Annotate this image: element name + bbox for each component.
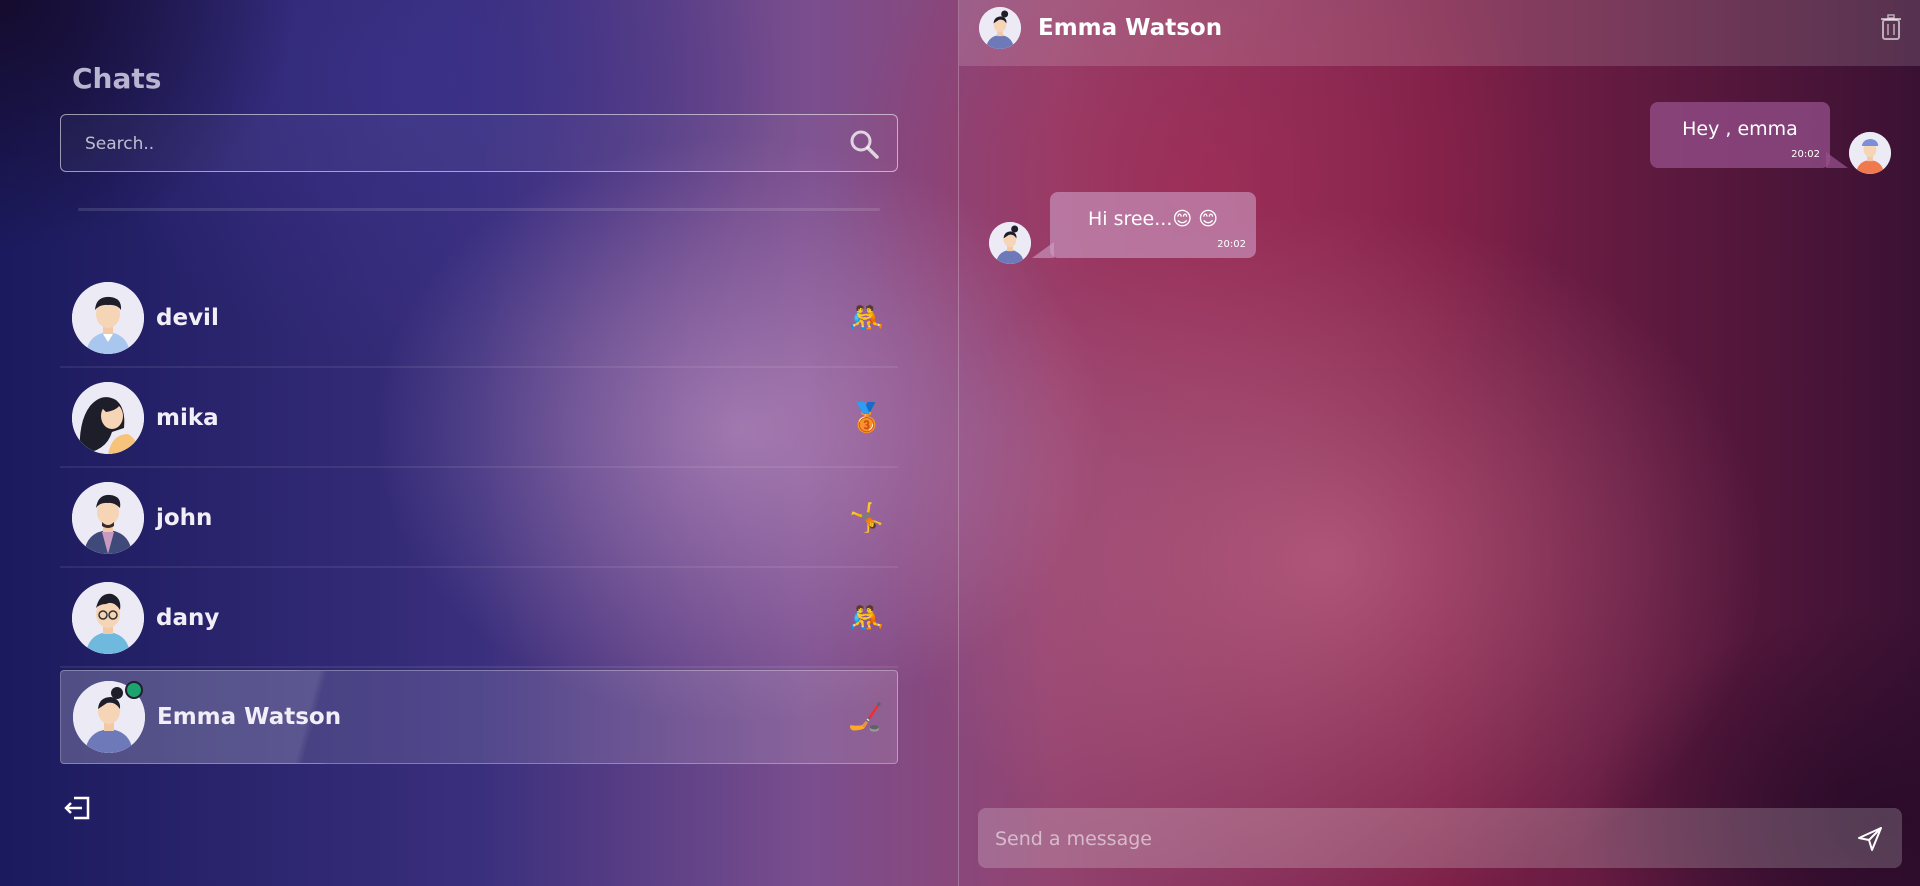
man-avatar-icon — [1849, 132, 1891, 174]
contact-name: mika — [156, 405, 219, 431]
trash-icon[interactable] — [1880, 14, 1902, 40]
chat-panel: Emma Watson Hey , emma 20:02 Hi sree...😊… — [959, 0, 1920, 886]
avatar — [72, 582, 144, 654]
message-text: Hey , emma — [1682, 118, 1798, 140]
contact-name: john — [156, 505, 213, 531]
contact-name: Emma Watson — [157, 704, 342, 730]
status-emoji-icon: 🤸 — [849, 501, 884, 534]
chat-app: Chats Search.. devil 🤼 mika 🥉 john 🤸 dan… — [0, 0, 1920, 886]
message-time: 20:02 — [1791, 149, 1820, 160]
message-bubble-incoming: Hi sree...😊 😊 20:02 — [1032, 192, 1256, 258]
avatar — [1849, 132, 1891, 174]
avatar[interactable] — [979, 7, 1021, 49]
message-time: 20:02 — [1217, 239, 1246, 250]
contact-name: devil — [156, 305, 219, 331]
message-input[interactable] — [993, 808, 1837, 870]
woman-avatar-icon — [989, 222, 1031, 264]
contact-item-emma-watson[interactable]: Emma Watson 🏒 — [60, 670, 898, 764]
online-indicator — [125, 681, 143, 699]
status-emoji-icon: 🤼 — [849, 301, 884, 334]
contact-item-dany[interactable]: dany 🤼 — [60, 570, 898, 668]
search-box[interactable] — [60, 114, 898, 173]
status-emoji-icon: 🤼 — [849, 601, 884, 634]
search-icon[interactable] — [849, 129, 879, 159]
contact-item-john[interactable]: john 🤸 — [60, 470, 898, 568]
contact-item-mika[interactable]: mika 🥉 — [60, 370, 898, 468]
man-avatar-icon — [72, 582, 144, 654]
contact-list: devil 🤼 mika 🥉 john 🤸 dany 🤼 Emma Watson… — [60, 270, 898, 766]
avatar — [989, 222, 1031, 264]
man-avatar-icon — [72, 482, 144, 554]
avatar — [72, 382, 144, 454]
search-input[interactable] — [83, 115, 827, 173]
woman-avatar-icon — [979, 7, 1021, 49]
avatar — [72, 482, 144, 554]
message-text: Hi sree...😊 😊 — [1087, 208, 1219, 230]
status-emoji-icon: 🏒 — [848, 700, 883, 733]
sidebar-title: Chats — [72, 62, 162, 95]
avatar — [72, 282, 144, 354]
chat-title: Emma Watson — [1038, 15, 1223, 41]
man-avatar-icon — [72, 282, 144, 354]
woman-avatar-icon — [72, 382, 144, 454]
chat-header: Emma Watson — [959, 0, 1920, 66]
status-emoji-icon: 🥉 — [849, 401, 884, 434]
logout-icon[interactable] — [62, 792, 94, 824]
contact-name: dany — [156, 605, 220, 631]
send-icon[interactable] — [1856, 825, 1884, 853]
message-composer[interactable] — [978, 808, 1902, 870]
contact-item-devil[interactable]: devil 🤼 — [60, 270, 898, 368]
sidebar: Chats Search.. devil 🤼 mika 🥉 john 🤸 dan… — [0, 0, 958, 886]
message-bubble-outgoing: Hey , emma 20:02 — [1650, 102, 1848, 168]
divider — [78, 208, 880, 211]
